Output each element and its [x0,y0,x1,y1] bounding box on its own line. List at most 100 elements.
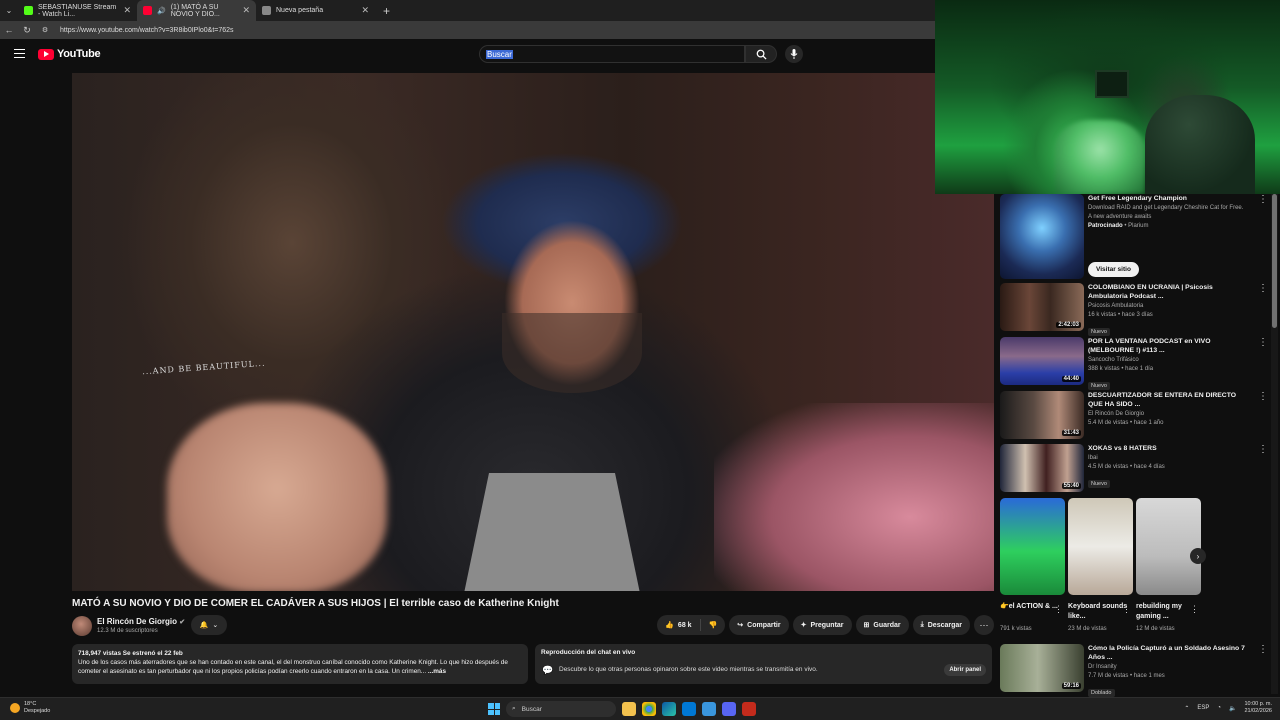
edge-icon[interactable] [662,702,676,716]
more-options-icon[interactable]: ⋮ [1258,337,1268,348]
save-button[interactable]: ⊞ Guardar [855,615,909,635]
thumbs-down-icon: 👎 [708,622,718,629]
search-icon [756,49,767,60]
video-thumbnail[interactable]: 2:42:03 [1000,283,1084,331]
shelf-next-button[interactable]: › [1190,548,1206,564]
clock-date: 21/02/2026 [1244,708,1272,714]
more-options-icon[interactable]: ⋮ [1122,604,1131,615]
search-input[interactable]: Buscar [479,45,745,63]
download-button[interactable]: ⤓ Descargar [912,615,970,635]
list-item[interactable]: 2:42:03 COLOMBIANO EN UCRANIA | Psicosis… [1000,283,1272,336]
tab-search-button[interactable]: ⌄ [0,0,18,21]
volume-icon[interactable]: 🔈 [1229,705,1236,712]
taskbar-search-label: Buscar [521,705,542,713]
chevron-up-icon[interactable]: ⌃ [1184,705,1189,712]
search-button[interactable] [745,45,777,63]
file-explorer-icon[interactable] [622,702,636,716]
video-thumbnail[interactable]: 59:16 [1000,644,1084,692]
video-thumbnail[interactable]: 55:40 [1000,444,1084,492]
more-options-icon[interactable]: ⋮ [1258,644,1268,655]
download-icon: ⤓ [920,621,924,628]
short-title[interactable]: rebuilding my gaming ... [1136,602,1196,622]
youtube-logo[interactable]: YouTube [38,48,101,60]
new-tab-button[interactable]: + [375,0,398,21]
list-item[interactable]: 44:40 POR LA VENTANA PODCAST en VIVO (ME… [1000,337,1272,390]
video-thumbnail[interactable]: 44:40 [1000,337,1084,385]
new-badge: Nuevo [1088,382,1110,390]
bell-icon: 🔔 [199,622,209,629]
short-views: 12 M de vistas [1136,626,1175,632]
more-options-icon[interactable]: ⋮ [1258,444,1268,455]
more-options-icon[interactable]: ⋮ [1258,391,1268,402]
sidebar-scrollbar[interactable] [1272,194,1277,328]
chrome-icon[interactable] [642,702,656,716]
browser-tab-youtube[interactable]: 🔊 (1) MATÓ A SU NOVIO Y DIO... ✕ [137,0,256,21]
more-options-icon[interactable]: ⋮ [1190,604,1199,615]
windows-start-icon[interactable] [488,703,500,715]
save-label: Guardar [873,621,901,629]
tab-label: SEBASTIANUSE Stream - Watch Li... [38,3,117,18]
video-player[interactable]: ...AND BE BEAUTIFUL... [72,73,994,591]
sun-icon [10,703,20,713]
video-title: XOKAS vs 8 HATERS [1088,445,1157,452]
visit-site-button[interactable]: Visitar sitio [1088,262,1139,277]
wifi-icon[interactable]: ◔ [1217,705,1221,711]
sponsored-ad[interactable]: Get Free Legendary Champion Download RAI… [1000,194,1272,282]
photos-icon[interactable] [702,702,716,716]
reload-icon[interactable]: ↻ [22,25,32,36]
browser-tab-kick[interactable]: SEBASTIANUSE Stream - Watch Li... ✕ [18,0,137,21]
list-item[interactable]: 31:43 DESCUARTIZADOR SE ENTERA EN DIRECT… [1000,391,1272,441]
video-description[interactable]: 718,947 vistas Se estrenó el 22 feb Uno … [72,644,528,684]
language-indicator[interactable]: ESP [1197,705,1209,711]
video-views: 4.5 M de vistas • hace 4 días [1088,464,1165,470]
video-views: 388 k vistas • hace 1 día [1088,366,1154,372]
ask-button[interactable]: ✦ Preguntar [792,615,852,635]
taskbar-search[interactable]: ⌕ Buscar [506,701,616,717]
app-icon[interactable] [742,702,756,716]
webcam-person [1145,95,1255,194]
like-button[interactable]: 👍 68 k [657,615,699,635]
more-options-icon[interactable]: ⋮ [1258,283,1268,294]
back-arrow-icon[interactable]: ← [4,25,14,35]
more-options-icon[interactable]: ⋮ [1054,604,1063,615]
sparkle-icon: ✦ [800,622,807,629]
channel-row: El Rincón De Giorgio ✔ 12.3 M de suscrip… [72,615,994,637]
weather-widget[interactable]: 18°C Despejado [10,701,50,715]
kick-favicon-icon [24,6,33,15]
list-item[interactable]: 59:16 Cómo la Policía Capturó a un Solda… [1000,644,1272,697]
close-tab-icon[interactable]: ✕ [123,5,131,16]
video-frame-hand [167,403,387,591]
clock[interactable]: 10:00 p. m. 21/02/2026 [1244,701,1272,715]
webcam-monitor [1095,70,1129,98]
ad-thumbnail[interactable] [1000,194,1084,279]
dislike-button[interactable]: 👎 [701,615,726,635]
more-options-icon[interactable]: ⋮ [1258,194,1268,205]
more-actions-button[interactable]: ⋯ [974,615,994,635]
voice-search-button[interactable] [785,45,803,63]
system-tray: ⌃ ESP ◔ 🔈 10:00 p. m. 21/02/2026 [1184,701,1272,715]
channel-avatar[interactable] [72,616,92,636]
description-more-link[interactable]: ...más [428,668,446,675]
menu-hamburger-icon[interactable] [14,49,25,58]
list-item[interactable]: 55:40 XOKAS vs 8 HATERS Ibai 4.5 M de vi… [1000,444,1272,494]
share-button[interactable]: ↪ Compartir [729,615,789,635]
discord-icon[interactable] [722,702,736,716]
short-thumbnail[interactable] [1068,498,1133,595]
video-thumbnail[interactable]: 31:43 [1000,391,1084,439]
short-thumbnail[interactable] [1136,498,1201,595]
short-title[interactable]: Keyboard sounds like... [1068,602,1128,622]
notifications-button[interactable]: 🔔 ⌄ [191,615,227,635]
ad-title: Get Free Legendary Champion [1088,195,1187,202]
webcam-foreground [1055,120,1145,194]
close-tab-icon[interactable]: ✕ [361,5,369,16]
speaker-icon[interactable]: 🔊 [157,7,166,15]
site-info-icon[interactable]: ⚙ [40,26,50,34]
short-thumbnail[interactable] [1000,498,1065,595]
open-chat-panel-button[interactable]: Abrir panel [944,664,986,676]
channel-name[interactable]: El Rincón De Giorgio ✔ [97,617,185,626]
browser-tab-new[interactable]: Nueva pestaña ✕ [256,0,375,21]
store-icon[interactable] [682,702,696,716]
url-field[interactable]: https://www.youtube.com/watch?v=3R8ib0IP… [58,27,932,34]
close-tab-icon[interactable]: ✕ [242,5,250,16]
short-title[interactable]: 👉el ACTION & ... [1000,602,1060,612]
